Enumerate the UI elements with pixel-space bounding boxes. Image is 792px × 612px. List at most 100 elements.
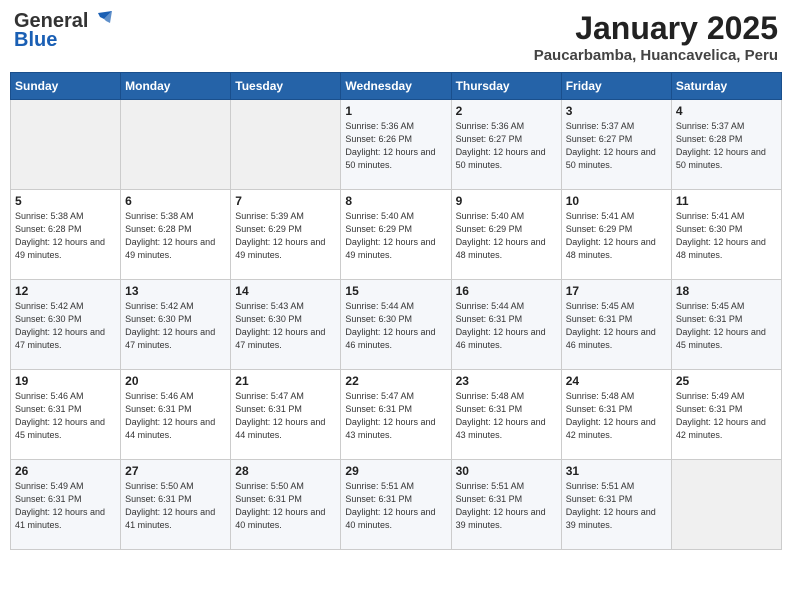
calendar-body: 1Sunrise: 5:36 AM Sunset: 6:26 PM Daylig… — [11, 100, 782, 550]
day-info: Sunrise: 5:37 AM Sunset: 6:27 PM Dayligh… — [566, 120, 667, 172]
day-number: 17 — [566, 284, 667, 298]
calendar-cell: 11 Sunrise: 5:41 AM Sunset: 6:30 PM Dayli… — [671, 190, 781, 280]
dow-header-monday: Monday — [121, 73, 231, 100]
day-number: 7 — [235, 194, 336, 208]
day-info: Sunrise: 5:51 AM Sunset: 6:31 PM Dayligh… — [345, 480, 446, 532]
day-number: 16 — [456, 284, 557, 298]
calendar-cell — [11, 100, 121, 190]
calendar-table: SundayMondayTuesdayWednesdayThursdayFrid… — [10, 72, 782, 550]
day-info: Sunrise: 5:38 AM Sunset: 6:28 PM Dayligh… — [125, 210, 226, 262]
calendar-cell: 29 Sunrise: 5:51 AM Sunset: 6:31 PM Dayli… — [341, 460, 451, 550]
week-row-1: 1Sunrise: 5:36 AM Sunset: 6:26 PM Daylig… — [11, 100, 782, 190]
day-info: Sunrise: 5:48 AM Sunset: 6:31 PM Dayligh… — [456, 390, 557, 442]
calendar-cell: 7 Sunrise: 5:39 AM Sunset: 6:29 PM Daylig… — [231, 190, 341, 280]
page-header: General Blue January 2025 Paucarbamba, H… — [10, 10, 782, 64]
day-info: Sunrise: 5:42 AM Sunset: 6:30 PM Dayligh… — [125, 300, 226, 352]
day-info: Sunrise: 5:50 AM Sunset: 6:31 PM Dayligh… — [235, 480, 336, 532]
day-info: Sunrise: 5:45 AM Sunset: 6:31 PM Dayligh… — [676, 300, 777, 352]
calendar-cell: 14Sunrise: 5:43 AM Sunset: 6:30 PM Dayli… — [231, 280, 341, 370]
calendar-cell: 31Sunrise: 5:51 AM Sunset: 6:31 PM Dayli… — [561, 460, 671, 550]
calendar-cell: 1Sunrise: 5:36 AM Sunset: 6:26 PM Daylig… — [341, 100, 451, 190]
day-info: Sunrise: 5:45 AM Sunset: 6:31 PM Dayligh… — [566, 300, 667, 352]
calendar-cell: 18 Sunrise: 5:45 AM Sunset: 6:31 PM Dayli… — [671, 280, 781, 370]
dow-header-tuesday: Tuesday — [231, 73, 341, 100]
day-number: 22 — [345, 374, 446, 388]
day-info: Sunrise: 5:42 AM Sunset: 6:30 PM Dayligh… — [15, 300, 116, 352]
day-info: Sunrise: 5:37 AM Sunset: 6:28 PM Dayligh… — [676, 120, 777, 172]
day-number: 12 — [15, 284, 116, 298]
calendar-cell: 27 Sunrise: 5:50 AM Sunset: 6:31 PM Dayli… — [121, 460, 231, 550]
day-info: Sunrise: 5:41 AM Sunset: 6:30 PM Dayligh… — [676, 210, 777, 262]
day-number: 23 — [456, 374, 557, 388]
calendar-cell: 16Sunrise: 5:44 AM Sunset: 6:31 PM Dayli… — [451, 280, 561, 370]
calendar-cell: 21 Sunrise: 5:47 AM Sunset: 6:31 PM Dayli… — [231, 370, 341, 460]
dow-header-wednesday: Wednesday — [341, 73, 451, 100]
calendar-cell: 9 Sunrise: 5:40 AM Sunset: 6:29 PM Daylig… — [451, 190, 561, 280]
week-row-2: 5 Sunrise: 5:38 AM Sunset: 6:28 PM Daylig… — [11, 190, 782, 280]
calendar-cell: 15 Sunrise: 5:44 AM Sunset: 6:30 PM Dayli… — [341, 280, 451, 370]
day-info: Sunrise: 5:38 AM Sunset: 6:28 PM Dayligh… — [15, 210, 116, 262]
logo-bird-icon — [90, 9, 112, 31]
day-number: 5 — [15, 194, 116, 208]
calendar-cell — [231, 100, 341, 190]
calendar-cell: 25 Sunrise: 5:49 AM Sunset: 6:31 PM Dayli… — [671, 370, 781, 460]
day-number: 31 — [566, 464, 667, 478]
title-block: January 2025 Paucarbamba, Huancavelica, … — [534, 10, 778, 64]
day-number: 20 — [125, 374, 226, 388]
day-info: Sunrise: 5:39 AM Sunset: 6:29 PM Dayligh… — [235, 210, 336, 262]
calendar-subtitle: Paucarbamba, Huancavelica, Peru — [534, 47, 778, 64]
day-info: Sunrise: 5:46 AM Sunset: 6:31 PM Dayligh… — [125, 390, 226, 442]
calendar-cell — [671, 460, 781, 550]
day-number: 27 — [125, 464, 226, 478]
calendar-cell: 20 Sunrise: 5:46 AM Sunset: 6:31 PM Dayli… — [121, 370, 231, 460]
calendar-cell: 3 Sunrise: 5:37 AM Sunset: 6:27 PM Daylig… — [561, 100, 671, 190]
week-row-4: 19 Sunrise: 5:46 AM Sunset: 6:31 PM Dayli… — [11, 370, 782, 460]
day-info: Sunrise: 5:48 AM Sunset: 6:31 PM Dayligh… — [566, 390, 667, 442]
calendar-cell: 10 Sunrise: 5:41 AM Sunset: 6:29 PM Dayli… — [561, 190, 671, 280]
day-info: Sunrise: 5:50 AM Sunset: 6:31 PM Dayligh… — [125, 480, 226, 532]
week-row-3: 12 Sunrise: 5:42 AM Sunset: 6:30 PM Dayli… — [11, 280, 782, 370]
calendar-cell: 5 Sunrise: 5:38 AM Sunset: 6:28 PM Daylig… — [11, 190, 121, 280]
day-number: 1 — [345, 104, 446, 118]
logo: General Blue — [14, 10, 112, 52]
day-number: 13 — [125, 284, 226, 298]
day-number: 26 — [15, 464, 116, 478]
calendar-cell: 4 Sunrise: 5:37 AM Sunset: 6:28 PM Daylig… — [671, 100, 781, 190]
day-number: 30 — [456, 464, 557, 478]
dow-header-friday: Friday — [561, 73, 671, 100]
day-number: 3 — [566, 104, 667, 118]
day-number: 29 — [345, 464, 446, 478]
day-info: Sunrise: 5:49 AM Sunset: 6:31 PM Dayligh… — [676, 390, 777, 442]
day-info: Sunrise: 5:47 AM Sunset: 6:31 PM Dayligh… — [345, 390, 446, 442]
day-number: 21 — [235, 374, 336, 388]
day-number: 4 — [676, 104, 777, 118]
day-info: Sunrise: 5:46 AM Sunset: 6:31 PM Dayligh… — [15, 390, 116, 442]
day-number: 2 — [456, 104, 557, 118]
day-info: Sunrise: 5:44 AM Sunset: 6:30 PM Dayligh… — [345, 300, 446, 352]
calendar-cell: 2Sunrise: 5:36 AM Sunset: 6:27 PM Daylig… — [451, 100, 561, 190]
day-number: 18 — [676, 284, 777, 298]
day-number: 8 — [345, 194, 446, 208]
dow-header-sunday: Sunday — [11, 73, 121, 100]
calendar-cell: 17 Sunrise: 5:45 AM Sunset: 6:31 PM Dayli… — [561, 280, 671, 370]
calendar-cell: 22 Sunrise: 5:47 AM Sunset: 6:31 PM Dayli… — [341, 370, 451, 460]
calendar-title: January 2025 — [534, 10, 778, 47]
day-number: 11 — [676, 194, 777, 208]
day-info: Sunrise: 5:47 AM Sunset: 6:31 PM Dayligh… — [235, 390, 336, 442]
week-row-5: 26Sunrise: 5:49 AM Sunset: 6:31 PM Dayli… — [11, 460, 782, 550]
day-number: 25 — [676, 374, 777, 388]
day-number: 10 — [566, 194, 667, 208]
day-info: Sunrise: 5:40 AM Sunset: 6:29 PM Dayligh… — [456, 210, 557, 262]
day-number: 15 — [345, 284, 446, 298]
calendar-cell: 19 Sunrise: 5:46 AM Sunset: 6:31 PM Dayli… — [11, 370, 121, 460]
calendar-cell: 23 Sunrise: 5:48 AM Sunset: 6:31 PM Dayli… — [451, 370, 561, 460]
day-number: 19 — [15, 374, 116, 388]
day-number: 6 — [125, 194, 226, 208]
day-number: 24 — [566, 374, 667, 388]
day-number: 9 — [456, 194, 557, 208]
day-info: Sunrise: 5:41 AM Sunset: 6:29 PM Dayligh… — [566, 210, 667, 262]
days-of-week-row: SundayMondayTuesdayWednesdayThursdayFrid… — [11, 73, 782, 100]
calendar-cell: 8Sunrise: 5:40 AM Sunset: 6:29 PM Daylig… — [341, 190, 451, 280]
day-number: 28 — [235, 464, 336, 478]
day-info: Sunrise: 5:51 AM Sunset: 6:31 PM Dayligh… — [456, 480, 557, 532]
